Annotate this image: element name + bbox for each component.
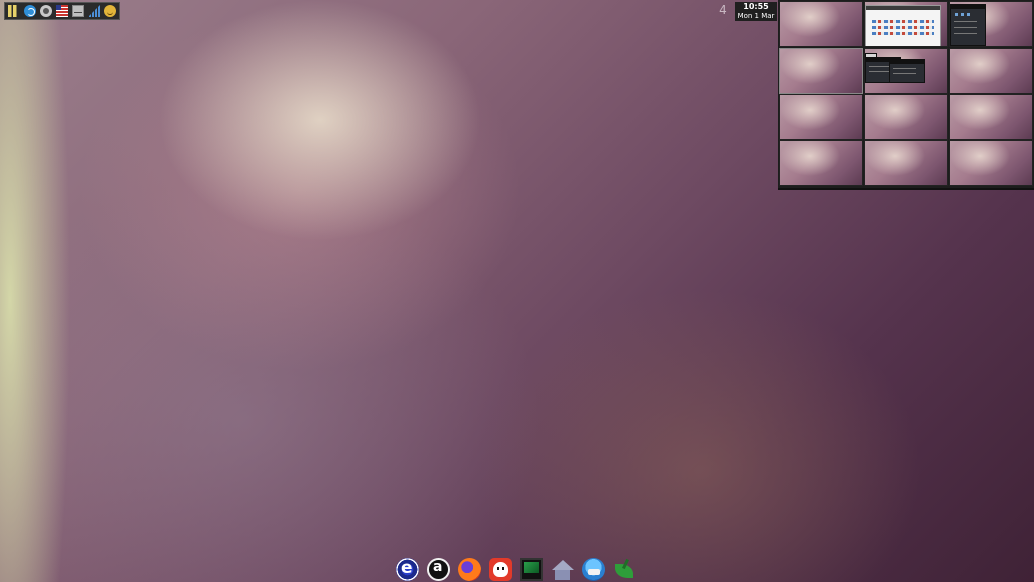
- clock-time: 10:55: [743, 2, 769, 11]
- workspace-cell-5[interactable]: [864, 48, 948, 94]
- cpu-monitor-icon[interactable]: [8, 5, 20, 17]
- workspace-cell-12[interactable]: [949, 140, 1033, 186]
- workspace-cell-2[interactable]: [864, 1, 948, 47]
- network-icon[interactable]: [24, 5, 36, 17]
- ghost-app-icon[interactable]: [489, 557, 512, 581]
- workspace-number: 4: [719, 3, 727, 17]
- workspace-cell-4[interactable]: [779, 48, 863, 94]
- amarok-icon[interactable]: [427, 557, 450, 581]
- workspace-cell-10[interactable]: [779, 140, 863, 186]
- home-folder-icon[interactable]: [551, 558, 574, 581]
- system-tray: [4, 2, 120, 20]
- workspace-cell-9[interactable]: [949, 94, 1033, 140]
- workspace-cell-7[interactable]: [779, 94, 863, 140]
- desktop-background[interactable]: 4 10:55 Mon 1 Mar: [0, 0, 1034, 582]
- workspace-pager: [778, 0, 1034, 190]
- emoticon-icon[interactable]: [104, 5, 116, 17]
- browser-window-thumbnail[interactable]: [865, 5, 941, 46]
- application-dock: [396, 556, 636, 582]
- dark-window-thumbnail[interactable]: [950, 4, 986, 46]
- terminal-monitor-icon[interactable]: [520, 557, 543, 581]
- clock-date: Mon 1 Mar: [737, 12, 775, 20]
- workspace-cell-11[interactable]: [864, 140, 948, 186]
- eclipse-icon[interactable]: [396, 557, 419, 581]
- clock-app-icon[interactable]: [40, 5, 52, 17]
- keyboard-layout-flag-icon[interactable]: [56, 5, 68, 17]
- mail-icon[interactable]: [72, 5, 84, 17]
- workspace-cell-8[interactable]: [864, 94, 948, 140]
- dark-window-thumbnail-2[interactable]: [889, 59, 925, 83]
- firefox-icon[interactable]: [458, 557, 481, 581]
- workspace-cell-6[interactable]: [949, 48, 1033, 94]
- clock-widget[interactable]: 10:55 Mon 1 Mar: [735, 2, 777, 21]
- signal-strength-icon[interactable]: [88, 5, 100, 17]
- workspace-cell-1[interactable]: [779, 1, 863, 47]
- green-app-icon[interactable]: [613, 558, 636, 581]
- workspace-cell-3[interactable]: [949, 1, 1033, 47]
- thunderbird-icon[interactable]: [582, 557, 605, 581]
